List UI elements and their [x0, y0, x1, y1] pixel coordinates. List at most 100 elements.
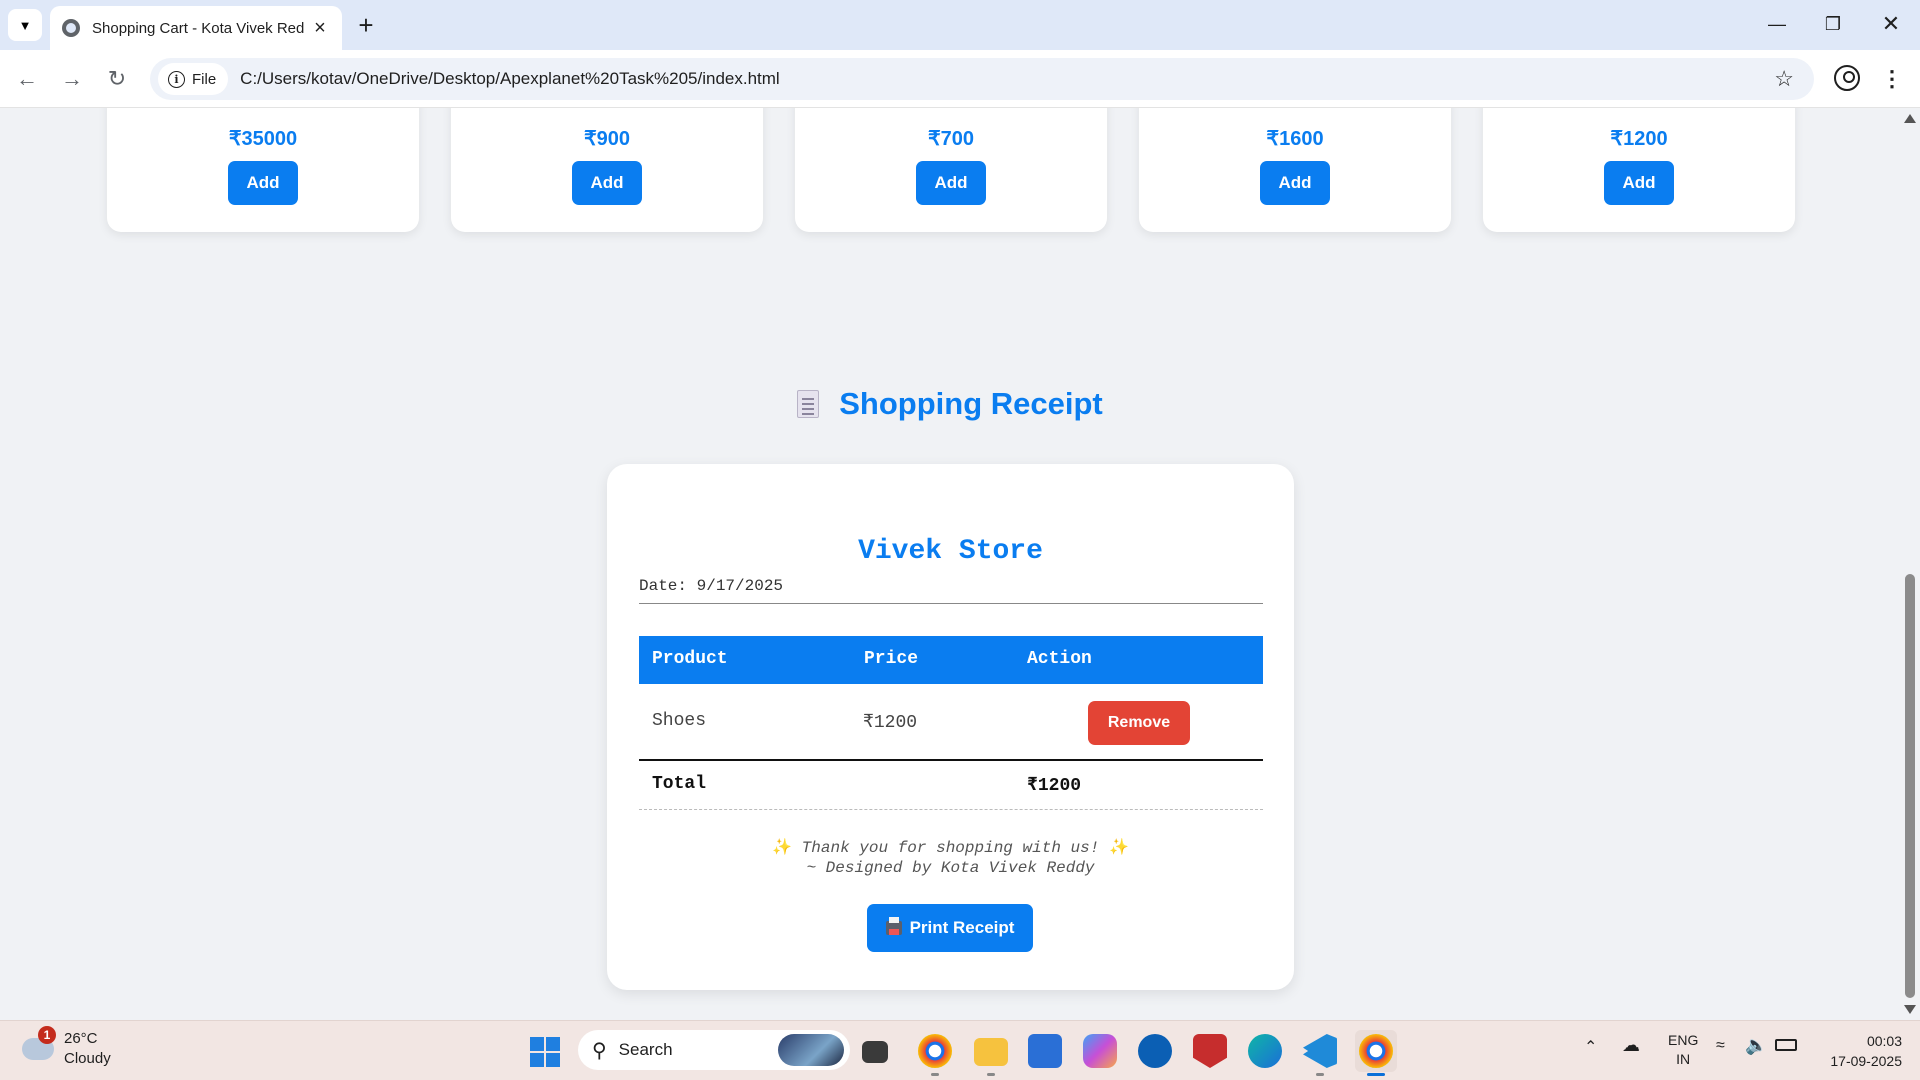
windows-taskbar: 1 26°C Cloudy ⚲ Search ⌃ ☁ ENG IN ≈ 🔈 00… — [0, 1020, 1920, 1080]
browser-toolbar: ← → ↻ i File C:/Users/kotav/OneDrive/Des… — [0, 50, 1920, 108]
sparkle-icon: ✨ — [1108, 839, 1129, 857]
weather-widget[interactable]: 1 26°C Cloudy — [22, 1026, 111, 1069]
close-window-button[interactable]: ✕ — [1862, 0, 1920, 48]
forward-button[interactable]: → — [55, 62, 89, 96]
total-label: Total — [652, 774, 707, 794]
column-header-price: Price — [864, 649, 919, 669]
search-icon: ⚲ — [592, 1039, 607, 1062]
browser-tab-active[interactable]: Shopping Cart - Kota Vivek Red × — [50, 6, 342, 50]
clock-time: 00:03 — [1866, 1033, 1902, 1049]
scroll-down-arrow-icon[interactable] — [1904, 1005, 1916, 1014]
thank-you-message: ✨ Thank you for shopping with us! ✨ ~ De… — [607, 838, 1294, 878]
tab-search-button[interactable]: ▼ — [8, 9, 42, 41]
receipt-card: Vivek Store Date: 9/17/2025 Product Pric… — [607, 464, 1294, 990]
microsoft-store-icon[interactable] — [1028, 1034, 1062, 1068]
add-to-cart-button[interactable]: Add — [916, 161, 986, 205]
receipt-heading: Shopping Receipt — [0, 386, 1900, 422]
region-code: IN — [1676, 1051, 1691, 1067]
product-card: ₹700 Add — [795, 108, 1107, 232]
url-scheme-label: File — [192, 70, 217, 88]
restore-button[interactable]: ❐ — [1804, 0, 1862, 48]
cloud-icon: 1 — [22, 1026, 56, 1060]
language-code: ENG — [1668, 1032, 1699, 1048]
column-header-product: Product — [652, 649, 728, 669]
receipt-icon — [797, 390, 820, 418]
item-price: ₹1200 — [863, 713, 918, 733]
url-text[interactable]: C:/Users/kotav/OneDrive/Desktop/Apexplan… — [240, 69, 780, 89]
vscode-icon[interactable] — [1303, 1034, 1337, 1068]
product-price: ₹1200 — [1610, 128, 1668, 150]
page-viewport: ₹35000 Add ₹900 Add ₹700 Add ₹1600 Add ₹… — [0, 108, 1900, 1020]
bookmark-star-icon[interactable]: ☆ — [1774, 66, 1794, 92]
back-button[interactable]: ← — [10, 62, 44, 96]
tab-title: Shopping Cart - Kota Vivek Red — [92, 19, 305, 37]
copilot-icon[interactable] — [1083, 1034, 1117, 1068]
designer-line: ~ Designed by Kota Vivek Reddy — [806, 859, 1095, 877]
product-grid: ₹35000 Add ₹900 Add ₹700 Add ₹1600 Add ₹… — [107, 108, 1795, 232]
volume-icon[interactable]: 🔈 — [1745, 1035, 1767, 1056]
store-name: Vivek Store — [858, 536, 1043, 567]
add-to-cart-button[interactable]: Add — [572, 161, 642, 205]
add-to-cart-button[interactable]: Add — [228, 161, 298, 205]
info-icon: i — [168, 70, 185, 88]
print-receipt-button[interactable]: Print Receipt — [867, 904, 1033, 952]
product-card: ₹35000 Add — [107, 108, 419, 232]
chrome-active-icon[interactable] — [1359, 1034, 1393, 1068]
chevron-down-icon: ▼ — [18, 17, 32, 33]
language-indicator[interactable]: ENG IN — [1668, 1031, 1698, 1069]
edge-icon[interactable] — [1248, 1034, 1282, 1068]
address-bar[interactable]: i File C:/Users/kotav/OneDrive/Desktop/A… — [150, 58, 1814, 100]
date-divider — [639, 603, 1263, 604]
print-receipt-label: Print Receipt — [909, 918, 1015, 937]
new-tab-button[interactable]: + — [352, 10, 380, 40]
receipt-date: Date: 9/17/2025 — [639, 577, 784, 595]
product-card: ₹1600 Add — [1139, 108, 1451, 232]
taskbar-active-indicator — [1367, 1073, 1385, 1076]
taskbar-indicator — [931, 1073, 939, 1076]
receipt-heading-text: Shopping Receipt — [839, 386, 1103, 421]
total-divider — [639, 759, 1263, 761]
weather-temperature: 26°C — [64, 1030, 98, 1047]
mcafee-icon[interactable] — [1193, 1034, 1227, 1068]
remove-item-button[interactable]: Remove — [1088, 701, 1190, 745]
scroll-up-arrow-icon[interactable] — [1904, 114, 1916, 123]
chevron-up-icon[interactable]: ⌃ — [1584, 1037, 1597, 1057]
minimize-button[interactable]: — — [1748, 0, 1806, 48]
dashed-divider — [639, 809, 1263, 810]
table-header: Product Price Action — [639, 636, 1263, 684]
battery-icon[interactable] — [1775, 1039, 1797, 1051]
taskbar-search[interactable]: ⚲ Search — [578, 1030, 850, 1070]
task-view-icon[interactable] — [862, 1041, 888, 1063]
wifi-icon[interactable]: ≈ — [1716, 1037, 1725, 1055]
product-price: ₹900 — [583, 128, 631, 150]
taskbar-indicator — [1316, 1073, 1324, 1076]
product-price: ₹1600 — [1266, 128, 1324, 150]
notification-badge: 1 — [38, 1026, 56, 1044]
chrome-icon[interactable] — [918, 1034, 952, 1068]
search-highlight-image — [778, 1034, 844, 1066]
taskbar-search-label: Search — [618, 1040, 673, 1059]
reload-button[interactable]: ↻ — [100, 62, 134, 96]
taskbar-indicator — [987, 1073, 995, 1076]
profile-icon[interactable] — [1834, 65, 1860, 91]
system-clock[interactable]: 00:03 17-09-2025 — [1812, 1031, 1902, 1071]
product-price: ₹700 — [927, 128, 975, 150]
globe-icon — [62, 19, 80, 37]
column-header-action: Action — [1027, 649, 1092, 669]
scroll-thumb[interactable] — [1905, 574, 1915, 998]
thanks-line: Thank you for shopping with us! — [801, 839, 1100, 857]
page-scrollbar[interactable] — [1900, 108, 1920, 1020]
windows-start-icon[interactable] — [530, 1037, 560, 1067]
menu-kebab-icon[interactable]: ⋮ — [1880, 62, 1904, 96]
clock-date: 17-09-2025 — [1830, 1053, 1902, 1069]
file-explorer-icon[interactable] — [974, 1038, 1008, 1066]
close-tab-icon[interactable]: × — [310, 17, 330, 39]
sparkle-icon: ✨ — [772, 839, 793, 857]
weather-description: Cloudy — [64, 1050, 111, 1067]
site-info-chip[interactable]: i File — [158, 63, 229, 95]
onedrive-error-icon[interactable]: ☁ — [1622, 1035, 1640, 1056]
dell-icon[interactable] — [1138, 1034, 1172, 1068]
add-to-cart-button[interactable]: Add — [1260, 161, 1330, 205]
add-to-cart-button[interactable]: Add — [1604, 161, 1674, 205]
product-card: ₹1200 Add — [1483, 108, 1795, 232]
